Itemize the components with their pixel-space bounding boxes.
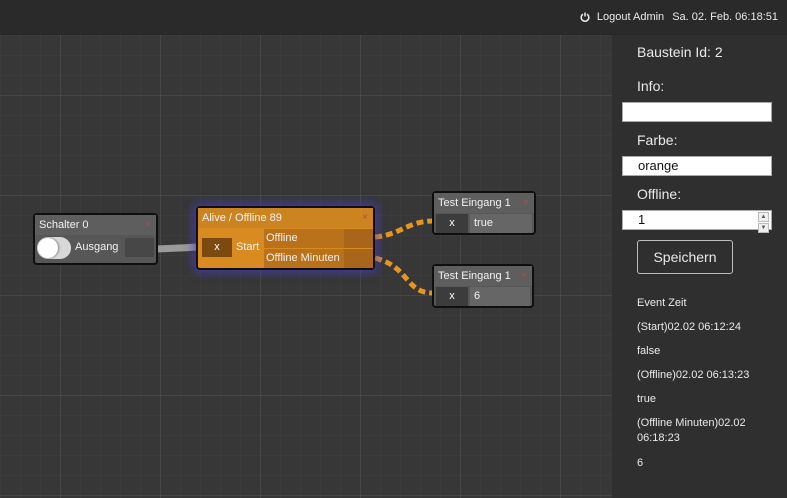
header-right: Logout Admin Sa. 02. Feb. 06:18:51 xyxy=(580,11,778,23)
test1-value: true xyxy=(470,214,532,233)
toggle-knob xyxy=(38,238,58,258)
datetime-display: Sa. 02. Feb. 06:18:51 xyxy=(672,11,778,23)
close-icon[interactable]: × xyxy=(362,208,368,228)
toggle-switch[interactable] xyxy=(37,237,71,259)
number-spinner[interactable]: ▲ ▼ xyxy=(758,212,769,233)
node-title-text: Schalter 0 xyxy=(39,219,89,231)
output-label-offline: Offline xyxy=(264,229,346,248)
flow-canvas[interactable]: Schalter 0 × Ausgang Alive / Offline 89 … xyxy=(0,35,612,498)
node-schalter-title: Schalter 0 × xyxy=(35,215,156,235)
event-entry: (Offline Minuten)02.02 06:18:23 xyxy=(637,417,746,444)
node-test1-title: Test Eingang 1 × xyxy=(434,193,534,213)
spin-down-icon[interactable]: ▼ xyxy=(758,223,769,233)
close-icon[interactable]: × xyxy=(523,193,529,213)
logout-button[interactable]: Logout Admin xyxy=(580,11,664,23)
block-id-label: Baustein Id: 2 xyxy=(637,44,723,60)
properties-panel: Baustein Id: 2 Info: Farbe: orange Offli… xyxy=(612,35,787,498)
node-title-text: Alive / Offline 89 xyxy=(202,212,282,224)
node-test-eingang-1a[interactable]: Test Eingang 1 × x true xyxy=(432,191,536,235)
output-label-ausgang: Ausgang xyxy=(75,241,119,253)
node-test-eingang-1b[interactable]: Test Eingang 1 × x 6 xyxy=(432,264,534,308)
close-icon[interactable]: × xyxy=(145,215,151,235)
color-label: Farbe: xyxy=(637,132,678,148)
save-button[interactable]: Speichern xyxy=(637,240,733,274)
info-input[interactable] xyxy=(622,102,772,122)
output-label-offline-minuten: Offline Minuten xyxy=(264,249,346,268)
power-icon xyxy=(580,12,590,22)
wire-schalter-to-alive[interactable] xyxy=(156,243,198,253)
event-entry: false xyxy=(637,345,661,357)
events-header: Event Zeit xyxy=(637,297,687,309)
node-schalter[interactable]: Schalter 0 × Ausgang xyxy=(33,213,158,265)
node-alive-title: Alive / Offline 89 × xyxy=(198,208,373,228)
event-entry: 6 xyxy=(637,457,644,469)
input-port-x[interactable]: x xyxy=(436,214,468,233)
test2-value: 6 xyxy=(470,287,530,306)
offline-value: 1 xyxy=(638,212,646,227)
output-port-offline[interactable] xyxy=(344,229,373,248)
offline-number-input[interactable]: 1 ▲ ▼ xyxy=(622,210,772,233)
color-input[interactable]: orange xyxy=(622,156,772,176)
offline-label: Offline: xyxy=(637,186,682,202)
wire-offline-to-test1[interactable] xyxy=(374,218,434,240)
event-entry: (Offline)02.02 06:13:23 xyxy=(637,369,750,381)
info-label: Info: xyxy=(637,78,665,94)
logout-label: Logout Admin xyxy=(596,11,665,23)
top-bar: Logout Admin Sa. 02. Feb. 06:18:51 xyxy=(0,0,787,35)
close-icon[interactable]: × xyxy=(521,266,527,286)
event-entry: true xyxy=(637,393,656,405)
output-port-ausgang[interactable] xyxy=(125,238,154,257)
node-test2-title: Test Eingang 1 × xyxy=(434,266,532,286)
event-entry: (Start)02.02 06:12:24 xyxy=(637,321,741,333)
output-port-offline-minuten[interactable] xyxy=(344,249,373,268)
wire-minuten-to-test2[interactable] xyxy=(374,255,434,296)
node-alive-offline[interactable]: Alive / Offline 89 × x Start Offline Off… xyxy=(196,206,375,270)
input-port-x[interactable]: x xyxy=(436,287,468,306)
spin-up-icon[interactable]: ▲ xyxy=(758,212,769,222)
node-title-text: Test Eingang 1 xyxy=(438,270,511,282)
input-port-start[interactable]: x xyxy=(202,238,232,257)
node-title-text: Test Eingang 1 xyxy=(438,197,511,209)
input-label-start: Start xyxy=(236,241,260,253)
